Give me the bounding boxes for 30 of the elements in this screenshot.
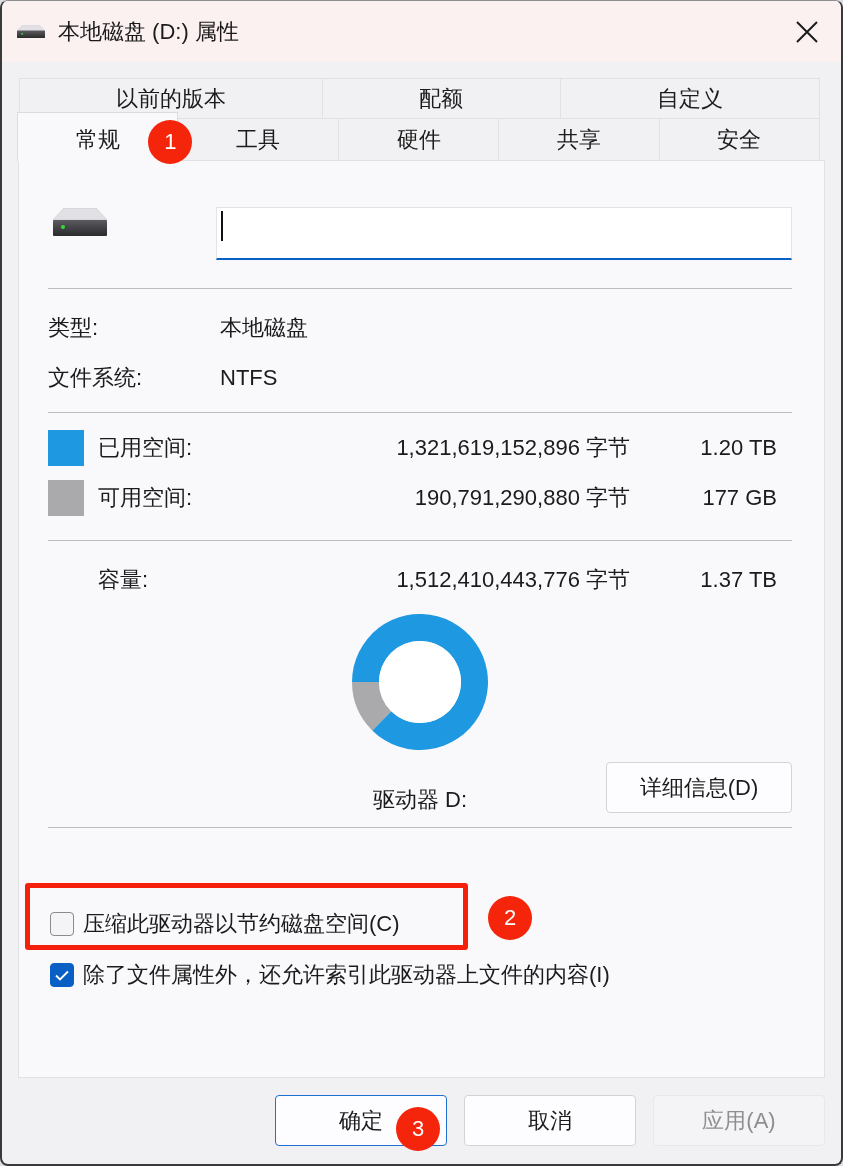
- text-cursor-icon: [221, 211, 223, 241]
- drive-label: 驱动器 D:: [372, 787, 468, 813]
- details-button[interactable]: 详细信息(D): [606, 762, 792, 813]
- field-value: NTFS: [220, 365, 279, 391]
- tab[interactable]: 自定义: [559, 78, 820, 118]
- space-label: 已用空间:: [98, 434, 194, 462]
- step-number-overlay: 2: [488, 896, 532, 940]
- field-value: 本地磁盘: [220, 314, 309, 342]
- checkmark-icon: [55, 969, 69, 981]
- checkbox-label: 除了文件属性外，还允许索引此驱动器上文件的内容(I): [83, 961, 610, 989]
- window-title: 本地磁盘 (D:) 属性: [58, 17, 239, 46]
- dialog-button[interactable]: 取消: [464, 1095, 636, 1146]
- field-label: 文件系统:: [48, 364, 144, 392]
- tab[interactable]: 安全: [658, 118, 821, 160]
- close-icon: [796, 20, 818, 43]
- checkbox[interactable]: [50, 912, 74, 936]
- byte-count: 1,321,619,152,896 字节: [395, 434, 630, 462]
- size-value: 1.20 TB: [699, 435, 777, 461]
- size-value: 1.37 TB: [699, 567, 777, 593]
- checkbox-label: 压缩此驱动器以节约磁盘空间(C): [83, 910, 400, 938]
- drive-icon: [17, 25, 45, 38]
- field-label: 类型:: [48, 314, 100, 342]
- space-label: 容量:: [98, 566, 150, 594]
- drive-icon: [53, 208, 107, 236]
- checkbox[interactable]: [50, 963, 74, 987]
- size-value: 177 GB: [701, 485, 777, 511]
- name-input-field[interactable]: [216, 207, 792, 260]
- space-label: 可用空间:: [98, 484, 194, 512]
- byte-count: 1,512,410,443,776 字节: [395, 566, 630, 594]
- byte-count: 190,791,290,880 字节: [413, 484, 630, 512]
